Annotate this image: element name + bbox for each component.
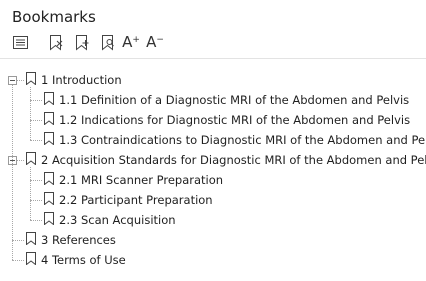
tree-connector — [30, 200, 42, 201]
panel-title: Bookmarks — [12, 8, 96, 26]
bookmark-item[interactable]: 2 Acquisition Standards for Diagnostic M… — [26, 150, 426, 170]
tree-connector — [30, 87, 31, 140]
bookmark-icon — [26, 72, 36, 88]
bookmark-label: 1.1 Definition of a Diagnostic MRI of th… — [59, 93, 410, 107]
bookmark-item[interactable]: 2.2 Participant Preparation — [44, 190, 213, 210]
tree-connector — [12, 240, 24, 241]
bookmark-icon — [44, 192, 54, 208]
bookmarks-toolbar: A + A − — [12, 33, 212, 51]
bookmark-item[interactable]: 1.2 Indications for Diagnostic MRI of th… — [44, 110, 410, 130]
tree-connector — [30, 140, 42, 141]
bookmark-icon — [44, 132, 54, 148]
find-current-bookmark-icon[interactable] — [100, 33, 116, 51]
tree-connector — [17, 160, 24, 161]
list-options-icon[interactable] — [12, 33, 28, 51]
bookmark-label: 1.3 Contraindications to Diagnostic MRI … — [59, 133, 426, 147]
tree-connector — [30, 167, 31, 220]
tree-connector — [30, 100, 42, 101]
bookmark-label: 4 Terms of Use — [41, 253, 126, 267]
tree-connector — [12, 260, 24, 261]
bookmark-icon — [44, 212, 54, 228]
toolbar-divider — [0, 58, 426, 59]
bookmark-label: 1 Introduction — [41, 73, 122, 87]
bookmark-icon — [26, 152, 36, 168]
tree-connector — [30, 180, 42, 181]
bookmark-item[interactable]: 4 Terms of Use — [26, 250, 126, 270]
bookmark-item[interactable]: 1.3 Contraindications to Diagnostic MRI … — [44, 130, 426, 150]
bookmark-item[interactable]: 1.1 Definition of a Diagnostic MRI of th… — [44, 90, 409, 110]
tree-connector — [12, 85, 13, 260]
bookmark-icon — [26, 232, 36, 248]
tree-connector — [30, 220, 42, 221]
increase-text-size-button[interactable]: A + — [122, 33, 140, 51]
bookmark-label: 2.1 MRI Scanner Preparation — [59, 173, 224, 187]
decrease-text-size-button[interactable]: A − — [146, 33, 164, 51]
bookmark-label: 2 Acquisition Standards for Diagnostic M… — [41, 153, 426, 167]
tree-connector — [17, 80, 24, 81]
bookmark-icon — [44, 112, 54, 128]
bookmark-label: 3 References — [41, 233, 116, 247]
bookmark-label: 2.2 Participant Preparation — [59, 193, 213, 207]
bookmark-item[interactable]: 2.1 MRI Scanner Preparation — [44, 170, 223, 190]
collapse-toggle[interactable] — [8, 76, 17, 85]
delete-bookmark-icon[interactable] — [48, 33, 64, 51]
bookmark-icon — [26, 252, 36, 268]
add-bookmark-icon[interactable] — [74, 33, 90, 51]
bookmark-label: 2.3 Scan Acquisition — [59, 213, 176, 227]
bookmark-item[interactable]: 3 References — [26, 230, 116, 250]
bookmark-label: 1.2 Indications for Diagnostic MRI of th… — [59, 113, 411, 127]
bookmark-icon — [44, 172, 54, 188]
bookmark-item[interactable]: 2.3 Scan Acquisition — [44, 210, 176, 230]
bookmark-item[interactable]: 1 Introduction — [26, 70, 122, 90]
tree-connector — [30, 120, 42, 121]
bookmark-icon — [44, 92, 54, 108]
